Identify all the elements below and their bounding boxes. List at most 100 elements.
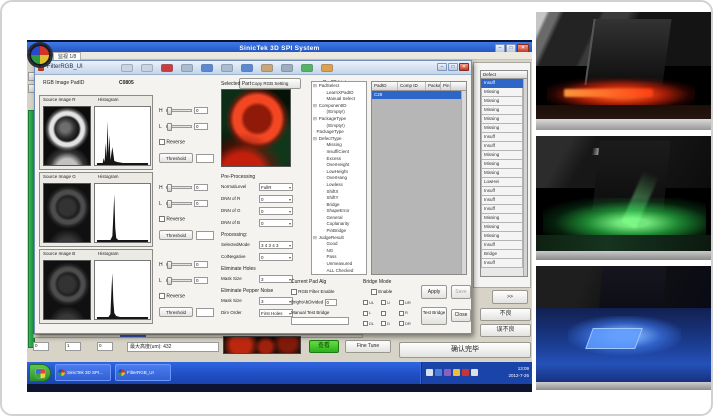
- tree-item[interactable]: ComponentID: [313, 103, 365, 110]
- view-button[interactable]: 查看: [309, 340, 339, 353]
- bridge-direction-cell[interactable]: U: [381, 300, 399, 305]
- tree-item[interactable]: Coplanarity: [313, 221, 365, 228]
- tree-item[interactable]: PackageType: [313, 116, 365, 123]
- table-scrollbar[interactable]: [461, 91, 466, 274]
- preprocessing-dropdown[interactable]: 3 4 3 4 3: [259, 241, 293, 249]
- horizontal-scrollbar[interactable]: [33, 334, 363, 338]
- bridge-direction-cell[interactable]: UL: [363, 300, 381, 305]
- tree-item[interactable]: (!Empty!): [313, 109, 365, 116]
- defect-list-item[interactable]: Insuff: [481, 196, 523, 205]
- taskbar-item[interactable]: FilterRGB_UI: [115, 364, 171, 381]
- low-slider[interactable]: [166, 125, 192, 128]
- bridge-direction-cell[interactable]: D: [381, 321, 399, 326]
- preprocessing-dropdown[interactable]: 0: [259, 195, 293, 203]
- bridge-direction-cell[interactable]: R: [399, 310, 417, 315]
- direction-checkbox[interactable]: [399, 311, 404, 316]
- tree-item[interactable]: General: [313, 215, 365, 222]
- status-field[interactable]: 1: [65, 342, 81, 351]
- tray-icon[interactable]: [444, 369, 451, 376]
- low-value-input[interactable]: 0: [194, 277, 208, 284]
- defect-list-item[interactable]: Missing: [481, 232, 523, 241]
- slider-knob[interactable]: [167, 107, 172, 115]
- slider-knob[interactable]: [167, 261, 172, 269]
- toolbar-icon[interactable]: [141, 64, 153, 72]
- close-dialog-button[interactable]: Close: [451, 309, 471, 322]
- toolbar-icon[interactable]: [241, 64, 253, 72]
- direction-checkbox[interactable]: [381, 321, 386, 326]
- threshold-input[interactable]: [196, 154, 214, 163]
- direction-checkbox[interactable]: [363, 300, 368, 305]
- slider-knob[interactable]: [167, 184, 172, 192]
- tree-item[interactable]: Good: [313, 241, 365, 248]
- high-slider[interactable]: [166, 186, 192, 189]
- reverse-checkbox[interactable]: [159, 139, 165, 145]
- threshold-button[interactable]: Threshold: [159, 307, 193, 317]
- table-header-cell[interactable]: Comp ID: [398, 82, 426, 90]
- start-button[interactable]: [29, 364, 51, 382]
- tree-item[interactable]: InsuffiCient: [313, 149, 365, 156]
- tray-icon[interactable]: [453, 369, 460, 376]
- slider-knob[interactable]: [167, 200, 172, 208]
- tree-item[interactable]: LowHeight: [313, 169, 365, 176]
- tree-item[interactable]: Lowless: [313, 182, 365, 189]
- defect-list-item[interactable]: Missing: [481, 124, 523, 133]
- tree-item[interactable]: (!Empty!): [313, 123, 365, 130]
- table-header-cell[interactable]: Package: [426, 82, 441, 90]
- direction-checkbox[interactable]: [399, 300, 404, 305]
- bridge-enable-checkbox[interactable]: [371, 289, 377, 295]
- tree-item[interactable]: ALL Checked: [313, 268, 365, 275]
- high-slider[interactable]: [166, 263, 192, 266]
- direction-checkbox[interactable]: [399, 321, 404, 326]
- tray-icon[interactable]: [435, 369, 442, 376]
- high-value-input[interactable]: 0: [194, 184, 208, 191]
- defect-list-item[interactable]: Missing: [481, 106, 523, 115]
- toolbar-icon[interactable]: [301, 64, 313, 72]
- manual-test-bridge-input[interactable]: [291, 317, 349, 325]
- slider-knob[interactable]: [167, 277, 172, 285]
- tree-item[interactable]: Manual Select: [313, 96, 365, 103]
- fine-tune-button[interactable]: Fine Tune: [345, 340, 391, 353]
- defect-list-item[interactable]: Insuff: [481, 133, 523, 142]
- tree-item[interactable]: PinBridge: [313, 228, 365, 235]
- preprocessing-dropdown[interactable]: 3: [259, 297, 293, 305]
- defect-list-item[interactable]: Missing: [481, 223, 523, 232]
- taskbar-item[interactable]: SinicTek 3D SPI...: [55, 364, 111, 381]
- tree-item[interactable]: NG: [313, 248, 365, 255]
- tree-item[interactable]: Bridge: [313, 202, 365, 209]
- dialog-close-button[interactable]: [459, 63, 469, 71]
- toolbar-icon[interactable]: [161, 64, 173, 72]
- reverse-checkbox[interactable]: [159, 293, 165, 299]
- tree-item[interactable]: ShiftX: [313, 189, 365, 196]
- tree-item[interactable]: PackageType: [313, 129, 365, 136]
- taskbar-clock[interactable]: 13:09 2012-7-26: [508, 365, 529, 379]
- defect-list-item[interactable]: Insuff: [481, 241, 523, 250]
- save-button[interactable]: Save: [451, 285, 471, 299]
- defect-list-item[interactable]: Missing: [481, 214, 523, 223]
- defect-list-item[interactable]: Missing: [481, 88, 523, 97]
- preprocessing-dropdown[interactable]: 0: [259, 219, 293, 227]
- threshold-input[interactable]: [196, 231, 214, 240]
- false-ng-button[interactable]: 误不良: [480, 324, 531, 337]
- low-value-input[interactable]: 0: [194, 123, 208, 130]
- padid-row[interactable]: C28: [372, 91, 461, 99]
- defect-list-item[interactable]: Missing: [481, 97, 523, 106]
- tree-item[interactable]: OverHang: [313, 175, 365, 182]
- threshold-input[interactable]: [196, 308, 214, 317]
- tray-icon[interactable]: [471, 369, 478, 376]
- defect-list-item[interactable]: Insuff: [481, 259, 523, 268]
- test-bridge-button[interactable]: Test Bridge: [421, 307, 447, 325]
- low-slider[interactable]: [166, 279, 192, 282]
- defect-list-item[interactable]: Missing: [481, 169, 523, 178]
- bridge-direction-cell[interactable]: UR: [399, 300, 417, 305]
- direction-checkbox[interactable]: [363, 311, 368, 316]
- toolbar-icon[interactable]: [201, 64, 213, 72]
- tree-item[interactable]: Missing: [313, 142, 365, 149]
- tree-item[interactable]: OverHeight: [313, 162, 365, 169]
- apply-button[interactable]: Apply: [421, 285, 447, 299]
- threshold-button[interactable]: Threshold: [159, 230, 193, 240]
- defect-list-item[interactable]: Insuff: [481, 187, 523, 196]
- defect-list-item[interactable]: Insuff: [481, 79, 523, 88]
- high-value-input[interactable]: 0: [194, 261, 208, 268]
- tree-item[interactable]: Unmeasured: [313, 261, 365, 268]
- tree-item[interactable]: JudgeResult: [313, 235, 365, 242]
